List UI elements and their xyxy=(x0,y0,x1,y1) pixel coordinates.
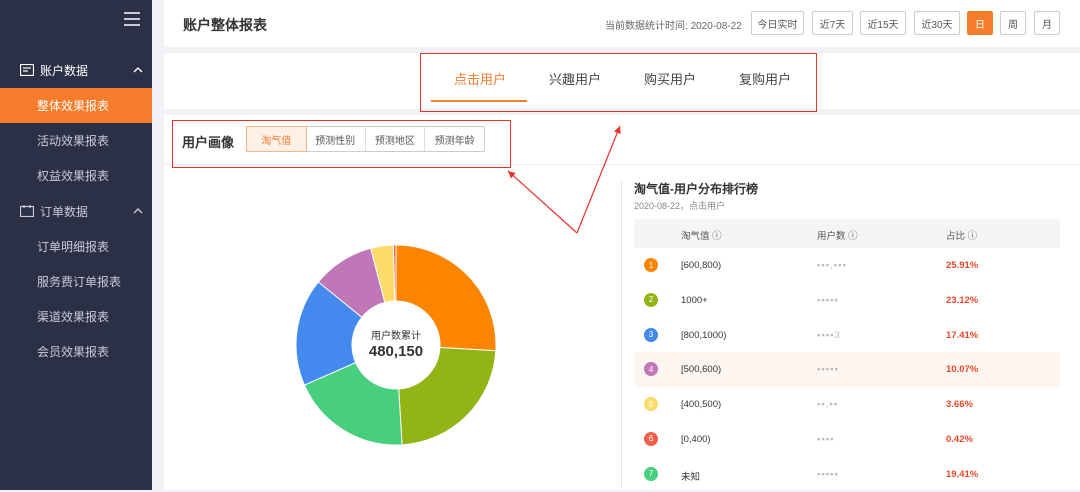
ranking-title: 淘气值-用户分布排行榜 xyxy=(634,182,758,196)
header-bar: 账户整体报表 当前数据统计时间: 2020-08-22 今日实时 近7天 近15… xyxy=(164,0,1080,47)
stat-time: 当前数据统计时间: 2020-08-22 xyxy=(605,17,742,32)
cell-range: [500,600) xyxy=(681,364,722,376)
cell-range: 1000+ xyxy=(681,294,708,306)
cell-percent: 25.91% xyxy=(946,260,979,271)
cell-percent: 10.07% xyxy=(946,364,979,376)
column-header-naughty-value: 淘气值 ⓘ xyxy=(681,231,722,242)
sidebar-item-activity-report[interactable]: 活动效果报表 xyxy=(0,123,152,158)
table-row: 6 [0,400) ▪▪▪▪ 0.42% xyxy=(634,422,1060,457)
table-row: 4 [500,600) ▪▪▪▪▪ 10.07% xyxy=(634,352,1060,388)
range-30d-button[interactable]: 近30天 xyxy=(914,11,960,35)
stat-time-value: 2020-08-22 xyxy=(690,21,742,32)
range-today-button[interactable]: 今日实时 xyxy=(751,11,804,35)
cell-range: [400,500) xyxy=(681,399,722,411)
sidebar-group-account-data[interactable]: 账户数据 xyxy=(0,52,152,88)
range-month-button[interactable]: 月 xyxy=(1034,11,1060,35)
sidebar-item-channel-report[interactable]: 渠道效果报表 xyxy=(0,299,152,334)
range-day-button[interactable]: 日 xyxy=(967,11,993,35)
sidebar-item-service-fee-report[interactable]: 服务费订单报表 xyxy=(0,264,152,299)
cell-percent: 19.41% xyxy=(946,468,979,480)
cell-range: [600,800) xyxy=(681,260,722,271)
sidebar-item-benefit-report[interactable]: 权益效果报表 xyxy=(0,158,152,193)
cell-percent: 17.41% xyxy=(946,329,979,341)
cell-users: ▪▪▪▪▪ xyxy=(817,364,839,376)
cell-users: ▪▪▪▪3 xyxy=(817,329,841,341)
table-row: 3 [800,1000) ▪▪▪▪3 17.41% xyxy=(634,318,1060,353)
sidebar-group-label: 账户数据 xyxy=(40,63,89,78)
cell-users: ▪▪▪▪ xyxy=(817,433,835,445)
sidebar-item-overall-report[interactable]: 整体效果报表 xyxy=(0,88,152,123)
chevron-up-icon xyxy=(133,208,143,214)
sidebar-item-label: 权益效果报表 xyxy=(37,169,110,183)
sidebar-item-order-detail-report[interactable]: 订单明细报表 xyxy=(0,229,152,264)
sidebar-item-label: 渠道效果报表 xyxy=(37,310,110,324)
panel-divider xyxy=(621,181,622,490)
donut-center-label: 用户数累计 xyxy=(371,331,421,342)
ranking-rows: 1 [600,800) ▪▪▪,▪▪▪ 25.91% 2 1000+ ▪▪▪▪▪ 23.12%… xyxy=(634,248,1060,492)
table-row: 5 [400,500) ▪▪,▪▪ 3.66% xyxy=(634,387,1060,422)
column-header-users: 用户数 ⓘ xyxy=(817,231,858,242)
ranking-subtitle: 2020-08-22，点击用户 xyxy=(634,201,726,211)
cell-users: ▪▪▪▪▪ xyxy=(817,294,839,306)
donut-center-value: 480,150 xyxy=(368,343,424,360)
cell-range: 未知 xyxy=(681,471,701,483)
sidebar-item-label: 订单明细报表 xyxy=(37,240,110,254)
cell-percent: 3.66% xyxy=(946,399,973,411)
cell-percent: 23.12% xyxy=(946,294,979,306)
cell-users: ▪▪▪,▪▪▪ xyxy=(817,260,847,271)
sidebar-item-member-report[interactable]: 会员效果报表 xyxy=(0,334,152,369)
rank-badge: 2 xyxy=(644,292,658,307)
rank-badge: 6 xyxy=(644,431,658,446)
cell-percent: 0.42% xyxy=(946,433,973,445)
sidebar-group-label: 订单数据 xyxy=(40,204,89,219)
donut-slice[interactable] xyxy=(398,346,497,446)
table-row: 2 1000+ ▪▪▪▪▪ 23.12% xyxy=(634,283,1060,318)
rank-badge: 4 xyxy=(644,362,658,377)
sidebar-item-label: 整体效果报表 xyxy=(37,99,110,113)
calendar-icon xyxy=(20,205,34,217)
cell-users: ▪▪▪▪▪ xyxy=(817,468,839,480)
rank-badge: 3 xyxy=(644,327,658,342)
highlight-box-portrait xyxy=(172,120,511,168)
ranking-table: 淘气值 ⓘ 用户数 ⓘ 占比 ⓘ 1 [600,800) ▪▪▪,▪▪▪ 25.91%… xyxy=(634,219,1060,492)
range-15d-button[interactable]: 近15天 xyxy=(860,11,906,35)
sidebar-item-label: 服务费订单报表 xyxy=(37,275,122,289)
rank-badge: 1 xyxy=(644,258,658,272)
rank-badge: 5 xyxy=(644,397,658,412)
table-row: 1 [600,800) ▪▪▪,▪▪▪ 25.91% xyxy=(634,248,1060,283)
page-title: 账户整体报表 xyxy=(183,17,267,33)
ranking-header: 淘气值 ⓘ 用户数 ⓘ 占比 ⓘ xyxy=(634,219,1060,248)
menu-toggle-icon[interactable] xyxy=(124,12,140,26)
highlight-box-tabs xyxy=(420,53,817,112)
sidebar-item-label: 活动效果报表 xyxy=(37,134,110,148)
range-week-button[interactable]: 周 xyxy=(1000,11,1026,35)
stat-time-label: 当前数据统计时间: xyxy=(605,21,688,32)
sidebar-item-label: 会员效果报表 xyxy=(37,345,110,359)
sidebar: 账户数据 整体效果报表 活动效果报表 权益效果报表 订单数据 订单明细报表 服务… xyxy=(0,0,152,490)
sidebar-group-order-data[interactable]: 订单数据 xyxy=(0,193,152,229)
user-portrait-panel: 用户画像 淘气值 预测性别 预测地区 预测年龄 用户数累计 480,150 淘气… xyxy=(164,115,1080,490)
rank-badge: 7 xyxy=(644,466,658,481)
cell-users: ▪▪,▪▪ xyxy=(817,399,839,411)
cell-range: [0,400) xyxy=(681,433,711,445)
chevron-up-icon xyxy=(133,67,143,73)
range-7d-button[interactable]: 近7天 xyxy=(812,11,853,35)
table-row: 7 未知 ▪▪▪▪▪ 19.41% xyxy=(634,457,1060,492)
cell-range: [800,1000) xyxy=(681,329,727,341)
report-icon xyxy=(20,64,34,76)
column-header-percent: 占比 ⓘ xyxy=(946,231,978,242)
